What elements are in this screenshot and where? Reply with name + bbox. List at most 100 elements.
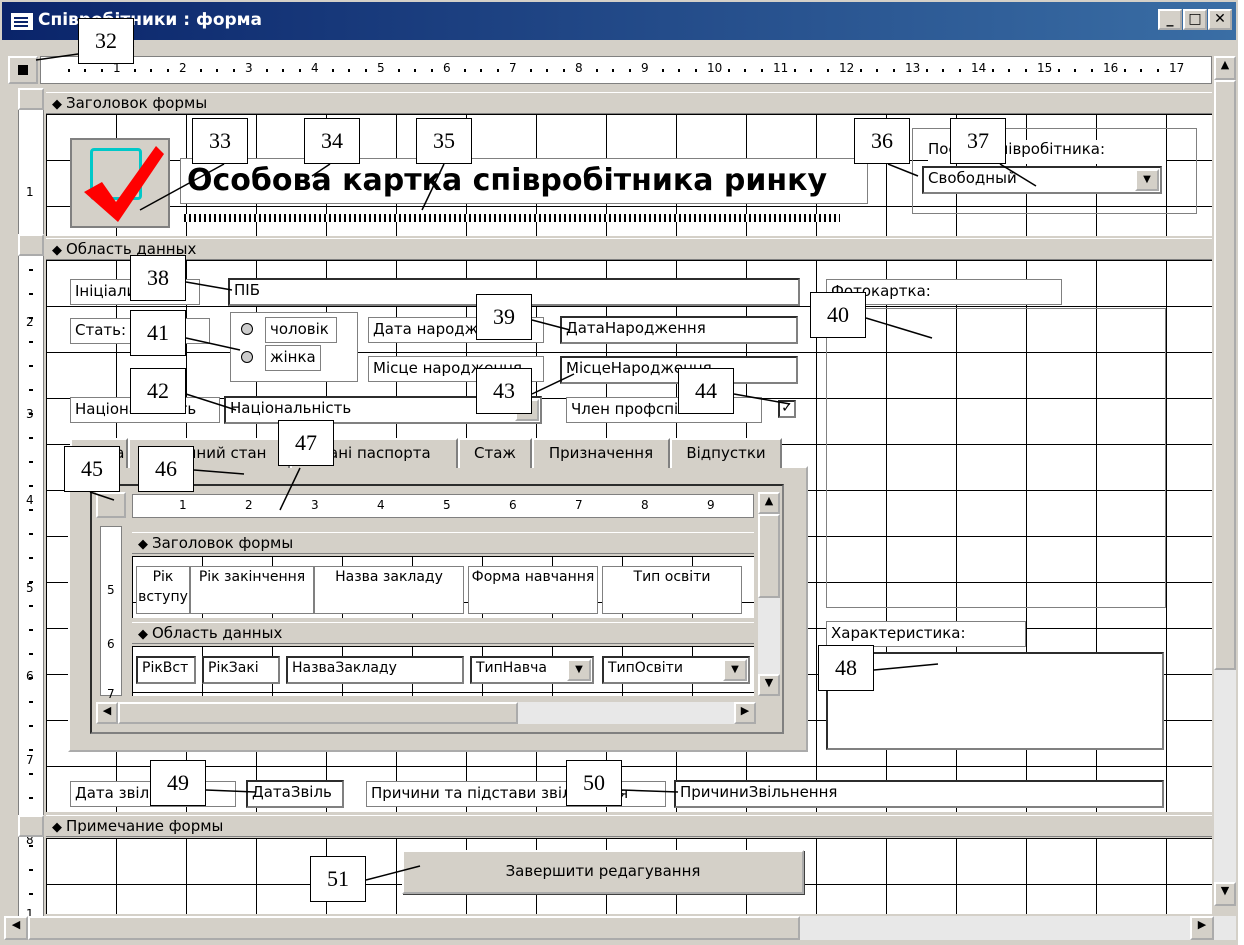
tab-vacation[interactable]: Відпустки xyxy=(670,438,782,468)
female-label: жінка xyxy=(265,345,321,371)
hscroll-thumb[interactable] xyxy=(118,702,518,724)
footer-section-bar[interactable]: ◆ Примечание формы xyxy=(46,815,1212,837)
scroll-right-button[interactable]: ▶ xyxy=(734,702,756,724)
title-bar[interactable]: Співробітники : форма xyxy=(2,2,1236,40)
logo-frame[interactable] xyxy=(70,138,170,228)
form-selector[interactable] xyxy=(8,56,38,84)
scroll-left-button[interactable]: ◀ xyxy=(96,702,118,724)
photo-frame[interactable] xyxy=(826,308,1166,608)
ruler-tick xyxy=(29,845,33,847)
title-underline xyxy=(184,214,840,222)
dismiss-reason-field[interactable]: ПричиниЗвільнення xyxy=(674,780,1164,808)
scroll-down-button[interactable]: ▼ xyxy=(758,674,780,696)
form-title-label[interactable]: Особова картка співробітника ринку xyxy=(180,158,868,204)
chevron-down-icon[interactable]: ▼ xyxy=(723,659,747,681)
hscroll-thumb[interactable] xyxy=(28,916,800,940)
scroll-right-button[interactable]: ▶ xyxy=(1190,916,1214,940)
ruler-tick xyxy=(496,69,499,72)
subform-detail-bar[interactable]: ◆ Область данных xyxy=(132,622,754,644)
ruler-label: 3 xyxy=(311,498,319,512)
scroll-left-button[interactable]: ◀ xyxy=(4,916,28,940)
scroll-up-button[interactable]: ▲ xyxy=(758,492,780,514)
subform-selector[interactable] xyxy=(96,492,126,518)
year-end-field[interactable]: РікЗакі xyxy=(202,656,280,684)
year-start-field[interactable]: РікВст xyxy=(136,656,196,684)
dismiss-date-field[interactable]: ДатаЗвіль xyxy=(246,780,344,808)
status-combobox[interactable]: Свободный ▼ xyxy=(922,166,1162,194)
subform-vertical-ruler[interactable]: 5 6 7 xyxy=(100,526,122,701)
education-subform: 1 2 3 4 5 6 7 8 9 5 6 7 ◆ Заголовок формы Рік вступ… xyxy=(90,484,784,734)
ruler-tick xyxy=(29,869,33,871)
ruler-tick xyxy=(876,69,878,72)
chevron-down-icon[interactable]: ▼ xyxy=(1135,169,1159,191)
header-section-selector[interactable] xyxy=(18,88,44,110)
form-icon xyxy=(10,12,34,31)
vertical-ruler[interactable]: 123456781 xyxy=(18,88,44,921)
ruler-tick xyxy=(793,69,796,72)
ruler-tick xyxy=(29,461,33,463)
ruler-tick xyxy=(29,797,33,799)
birthdate-field[interactable]: ДатаНародження xyxy=(560,316,798,344)
ruler-label: 7 xyxy=(575,498,583,512)
ruler-tick xyxy=(29,581,33,583)
minimize-button[interactable]: _ xyxy=(1158,9,1182,30)
education-type-combobox[interactable]: ТипОсвіти ▼ xyxy=(602,656,750,684)
callout-marker: 41 xyxy=(130,310,186,356)
institution-field[interactable]: НазваЗакладу xyxy=(286,656,464,684)
callout-marker: 44 xyxy=(678,368,734,414)
male-label: чоловік xyxy=(265,317,337,343)
ruler-tick xyxy=(546,69,548,72)
footer-section-selector[interactable] xyxy=(18,815,44,837)
maximize-button[interactable]: □ xyxy=(1183,9,1207,30)
detail-section-selector[interactable] xyxy=(18,234,44,256)
ruler-tick xyxy=(29,437,33,439)
male-radio[interactable] xyxy=(241,323,253,335)
scroll-down-button[interactable]: ▼ xyxy=(1214,882,1236,906)
finish-editing-button[interactable]: Завершити редагування xyxy=(402,850,804,894)
female-radio[interactable] xyxy=(241,351,253,363)
ruler-tick xyxy=(29,629,33,631)
ruler-label: 3 xyxy=(245,61,253,75)
horizontal-ruler[interactable]: 1 2 3 4 5 6 7 8 9 10 11 12 13 14 15 16 17 xyxy=(40,56,1212,84)
ruler-tick xyxy=(100,69,103,72)
tab-appointment[interactable]: Призначення xyxy=(532,438,670,468)
ruler-tick xyxy=(1140,69,1142,72)
callout-marker: 34 xyxy=(304,118,360,164)
ruler-tick xyxy=(562,69,565,72)
ruler-label: 7 xyxy=(107,687,115,701)
vertical-scrollbar[interactable]: ▲ ▼ xyxy=(1214,56,1236,906)
subform-ruler[interactable]: 1 2 3 4 5 6 7 8 9 xyxy=(132,494,754,518)
horizontal-scrollbar[interactable]: ◀ ▶ xyxy=(4,916,1236,940)
close-button[interactable]: ✕ xyxy=(1208,9,1232,30)
chevron-down-icon[interactable]: ▼ xyxy=(567,659,591,681)
tab-experience[interactable]: Стаж xyxy=(458,438,532,468)
ruler-tick xyxy=(29,605,33,607)
scroll-up-button[interactable]: ▲ xyxy=(1214,56,1236,80)
callout-marker: 51 xyxy=(310,856,366,902)
characteristic-label: Характеристика: xyxy=(826,621,1026,647)
ruler-label: 1 xyxy=(26,185,34,199)
ruler-label: 4 xyxy=(26,493,34,507)
callout-marker: 40 xyxy=(810,292,866,338)
ruler-label: 8 xyxy=(641,498,649,512)
ruler-tick xyxy=(991,69,994,72)
detail-section-bar[interactable]: ◆ Область данных xyxy=(46,238,1212,260)
ruler-tick xyxy=(397,69,400,72)
ruler-label: 4 xyxy=(377,498,385,512)
characteristic-field[interactable] xyxy=(826,652,1164,750)
scroll-thumb[interactable] xyxy=(758,514,780,598)
header-section-bar[interactable]: ◆ Заголовок формы xyxy=(46,92,1212,114)
sex-option-group: чоловік жінка xyxy=(230,312,358,382)
union-checkbox[interactable]: ✓ xyxy=(778,400,796,418)
callout-marker: 32 xyxy=(78,18,134,64)
subform-vertical-scrollbar[interactable]: ▲ ▼ xyxy=(758,492,780,696)
subform-horizontal-scrollbar[interactable]: ◀ ▶ xyxy=(96,702,756,724)
ruler-tick xyxy=(29,725,33,727)
subform-header-bar[interactable]: ◆ Заголовок формы xyxy=(132,532,754,554)
scroll-thumb[interactable] xyxy=(1214,80,1236,670)
ruler-tick xyxy=(1008,69,1010,72)
study-form-combobox[interactable]: ТипНавча ▼ xyxy=(470,656,594,684)
ruler-tick xyxy=(925,69,928,72)
ruler-tick xyxy=(859,69,862,72)
ruler-label: 9 xyxy=(641,61,649,75)
